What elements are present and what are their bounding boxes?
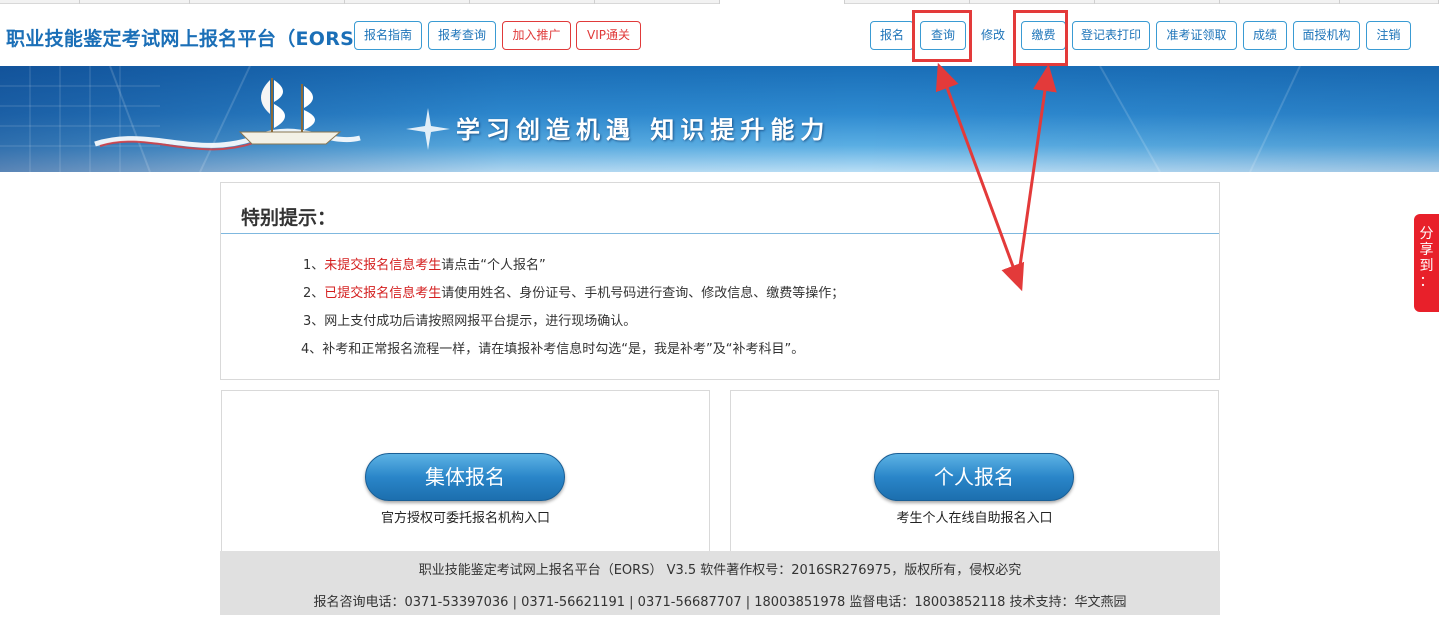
edit-button[interactable]: 修改 bbox=[972, 21, 1014, 50]
group-registration-caption: 官方授权可委托报名机构入口 bbox=[380, 511, 550, 526]
individual-registration-button[interactable]: 个人报名 bbox=[874, 453, 1074, 501]
notice-item-number: 4、 bbox=[301, 342, 323, 357]
share-char: 到 bbox=[1419, 258, 1434, 274]
notice-item-number: 1、 bbox=[303, 258, 325, 273]
annotation-box-payment bbox=[1013, 10, 1068, 66]
site-title[interactable]: 职业技能鉴定考试网上报名平台（EORS） bbox=[6, 24, 373, 51]
share-char: 分 bbox=[1419, 226, 1434, 242]
individual-registration-panel: 个人报名 考生个人在线自助报名入口 bbox=[730, 390, 1219, 552]
footer-contact: 报名咨询电话：0371-53397036 | 0371-56621191 | 0… bbox=[313, 595, 1127, 610]
print-registration-button[interactable]: 登记表打印 bbox=[1072, 21, 1150, 50]
exam-query-button[interactable]: 报考查询 bbox=[428, 21, 496, 50]
notice-item-text: 网上支付成功后请按照网报平台提示，进行现场确认。 bbox=[324, 314, 637, 329]
notice-item-3: 3、网上支付成功后请按照网报平台提示，进行现场确认。 bbox=[303, 310, 636, 329]
training-institutions-button[interactable]: 面授机构 bbox=[1293, 21, 1360, 50]
notice-item-4: 4、补考和正常报名流程一样，请在填报补考信息时勾选“是，我是补考”及“补考科目”… bbox=[301, 338, 804, 357]
notice-item-highlight: 未提交报名信息考生 bbox=[324, 258, 442, 273]
annotation-box-query bbox=[912, 10, 972, 62]
group-registration-panel: 集体报名 官方授权可委托报名机构入口 bbox=[221, 390, 710, 552]
individual-registration-caption: 考生个人在线自助报名入口 bbox=[896, 511, 1053, 526]
notice-item-text: 补考和正常报名流程一样，请在填报补考信息时勾选“是，我是补考”及“补考科目”。 bbox=[322, 342, 805, 357]
admission-ticket-button[interactable]: 准考证领取 bbox=[1156, 21, 1237, 50]
join-promotion-button[interactable]: 加入推广 bbox=[502, 21, 571, 50]
vip-pass-button[interactable]: VIP通关 bbox=[576, 21, 641, 50]
guide-button[interactable]: 报名指南 bbox=[354, 21, 422, 50]
scores-button[interactable]: 成绩 bbox=[1243, 21, 1287, 50]
sparkle-icon bbox=[406, 108, 450, 150]
banner-slogan: 学习创造机遇 知识提升能力 bbox=[456, 115, 831, 144]
share-char: ： bbox=[1419, 274, 1434, 290]
register-button[interactable]: 报名 bbox=[870, 21, 914, 50]
notice-item-1: 1、未提交报名信息考生请点击“个人报名” bbox=[303, 254, 546, 273]
notice-title: 特别提示： bbox=[241, 207, 337, 229]
notice-divider bbox=[221, 233, 1219, 234]
notice-item-number: 2、 bbox=[303, 286, 325, 301]
page-footer: 职业技能鉴定考试网上报名平台（EORS） V3.5 软件著作权号：2016SR2… bbox=[220, 551, 1220, 615]
notice-item-highlight: 已提交报名信息考生 bbox=[324, 286, 442, 301]
share-side-tab[interactable]: 分 享 到 ： bbox=[1414, 214, 1439, 312]
share-char: 享 bbox=[1419, 242, 1434, 258]
top-nav-bar: 职业技能鉴定考试网上报名平台（EORS） 报名指南 报考查询 加入推广 VIP通… bbox=[0, 4, 1439, 66]
sailing-ship-icon bbox=[238, 78, 342, 145]
hero-banner: 学习创造机遇 知识提升能力 bbox=[0, 66, 1439, 172]
notice-item-text: 请使用姓名、身份证号、手机号码进行查询、修改信息、缴费等操作； bbox=[441, 286, 845, 301]
special-notice-panel: 特别提示： 1、未提交报名信息考生请点击“个人报名” 2、已提交报名信息考生请使… bbox=[220, 182, 1220, 380]
footer-copyright: 职业技能鉴定考试网上报名平台（EORS） V3.5 软件著作权号：2016SR2… bbox=[418, 563, 1022, 578]
group-registration-button[interactable]: 集体报名 bbox=[365, 453, 565, 501]
notice-item-2: 2、已提交报名信息考生请使用姓名、身份证号、手机号码进行查询、修改信息、缴费等操… bbox=[303, 282, 844, 301]
notice-item-number: 3、 bbox=[303, 314, 325, 329]
notice-item-text: 请点击“个人报名” bbox=[441, 258, 546, 273]
logout-button[interactable]: 注销 bbox=[1366, 21, 1411, 50]
